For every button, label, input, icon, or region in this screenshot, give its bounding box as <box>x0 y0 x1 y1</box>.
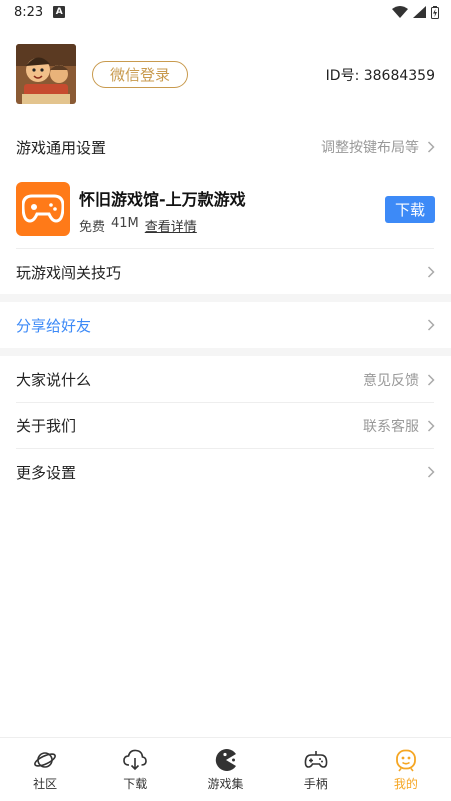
menu-item-label: 更多设置 <box>16 463 77 482</box>
tab-community[interactable]: 社区 <box>0 738 90 801</box>
wifi-icon <box>392 6 408 18</box>
promo-meta: 免费 41M 查看详情 <box>79 216 197 235</box>
tab-download[interactable]: 下载 <box>90 738 180 801</box>
chevron-right-icon <box>427 466 435 478</box>
menu-item-hint: 意见反馈 <box>363 372 419 389</box>
chevron-right-icon <box>427 373 435 386</box>
status-bar: 8:23 A <box>0 0 451 24</box>
tab-mine[interactable]: 我的 <box>361 738 451 801</box>
menu-item-hint: 联系客服 <box>363 418 419 435</box>
chevron-right-icon <box>427 419 435 432</box>
divider <box>16 248 434 249</box>
menu-item-more-settings[interactable]: 更多设置 <box>0 449 451 495</box>
profile-face-icon <box>396 749 416 772</box>
status-time: 8:23 <box>14 4 44 20</box>
menu-item-label: 玩游戏闯关技巧 <box>16 263 122 282</box>
promo-detail-link[interactable]: 查看详情 <box>145 216 197 235</box>
cloud-download-icon <box>123 749 148 771</box>
menu-item-label: 大家说什么 <box>16 371 92 389</box>
profile-header: 微信登录 ID号: 38684359 <box>0 40 451 110</box>
wechat-login-button[interactable]: 微信登录 <box>92 61 188 88</box>
signal-icon <box>413 6 426 18</box>
promo-price: 免费 <box>79 220 106 235</box>
menu-item-hint: 调整按键布局等 <box>321 140 419 156</box>
tab-label: 社区 <box>33 777 58 791</box>
promo-size: 41M <box>111 216 139 231</box>
notification-a-icon: A <box>53 6 66 18</box>
gamepad-icon <box>304 751 328 768</box>
chevron-right-icon <box>427 319 435 331</box>
status-icons <box>392 5 439 19</box>
menu-item-share[interactable]: 分享给好友 <box>0 302 451 348</box>
tab-label: 我的 <box>393 777 418 791</box>
chevron-right-icon <box>427 266 435 278</box>
pacman-icon <box>215 749 236 771</box>
menu-item-label: 关于我们 <box>16 417 77 435</box>
tab-gamepad[interactable]: 手柄 <box>271 738 361 801</box>
tab-game-collection[interactable]: 游戏集 <box>180 738 270 801</box>
section-gap <box>0 348 451 356</box>
tab-label: 下载 <box>123 777 148 791</box>
bottom-tab-bar: 社区 下载 游戏集 手柄 我的 <box>0 737 451 801</box>
menu-item-about[interactable]: 关于我们 联系客服 <box>0 403 451 448</box>
menu-item-label: 分享给好友 <box>16 316 92 335</box>
section-gap <box>0 294 451 302</box>
menu-item-game-settings[interactable]: 游戏通用设置 调整按键布局等 <box>0 127 451 167</box>
chevron-right-icon <box>427 141 435 153</box>
promo-title: 怀旧游戏馆-上万款游戏 <box>79 190 246 209</box>
battery-icon <box>431 5 439 19</box>
tab-label: 手柄 <box>303 777 328 791</box>
tab-label: 游戏集 <box>207 777 244 791</box>
menu-item-label: 游戏通用设置 <box>16 138 107 157</box>
user-id: ID号: 38684359 <box>325 68 435 84</box>
menu-item-feedback[interactable]: 大家说什么 意见反馈 <box>0 357 451 402</box>
promo-app-card[interactable]: 怀旧游戏馆-上万款游戏 免费 41M 查看详情 下载 <box>0 176 451 248</box>
planet-icon <box>34 752 57 768</box>
download-button[interactable]: 下载 <box>385 196 435 223</box>
menu-item-tips[interactable]: 玩游戏闯关技巧 <box>0 250 451 294</box>
gamepad-app-icon <box>16 182 70 236</box>
avatar[interactable] <box>16 44 76 104</box>
